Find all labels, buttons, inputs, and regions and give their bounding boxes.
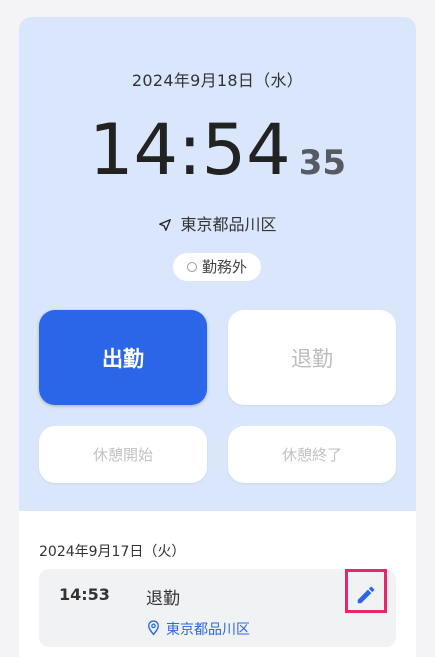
attendance-card: 2024年9月18日（水） 14:54 35 東京都品川区 勤務外 出勤 退勤 休… <box>19 17 416 657</box>
record-type: 退勤 <box>146 589 180 609</box>
circle-icon <box>186 262 197 272</box>
edit-record-button[interactable] <box>345 569 387 613</box>
clock-out-button[interactable]: 退勤 <box>228 310 396 405</box>
status-badge: 勤務外 <box>173 253 261 281</box>
record-location[interactable]: 東京都品川区 <box>147 619 250 639</box>
time-hours-minutes: 14:54 <box>88 109 291 191</box>
record-location-label: 東京都品川区 <box>166 622 250 638</box>
navigation-arrow-icon <box>159 219 172 231</box>
location-label: 東京都品川区 <box>180 215 277 234</box>
map-pin-icon <box>148 620 159 636</box>
pencil-icon <box>357 586 375 604</box>
history-date: 2024年9月17日（火） <box>39 544 186 560</box>
list-item: 14:53 退勤 東京都品川区 <box>39 569 396 647</box>
status-label: 勤務外 <box>201 258 247 276</box>
current-date: 2024年9月18日（水） <box>131 71 304 90</box>
record-time: 14:53 <box>59 585 110 604</box>
time-seconds: 35 <box>298 143 347 183</box>
current-time: 14:54 35 <box>19 109 416 191</box>
current-location: 東京都品川区 <box>19 211 416 235</box>
clock-panel: 2024年9月18日（水） 14:54 35 東京都品川区 勤務外 出勤 退勤 休… <box>19 17 416 511</box>
clock-in-button[interactable]: 出勤 <box>39 310 207 405</box>
break-end-button[interactable]: 休憩終了 <box>228 426 396 483</box>
break-start-button[interactable]: 休憩開始 <box>39 426 207 483</box>
